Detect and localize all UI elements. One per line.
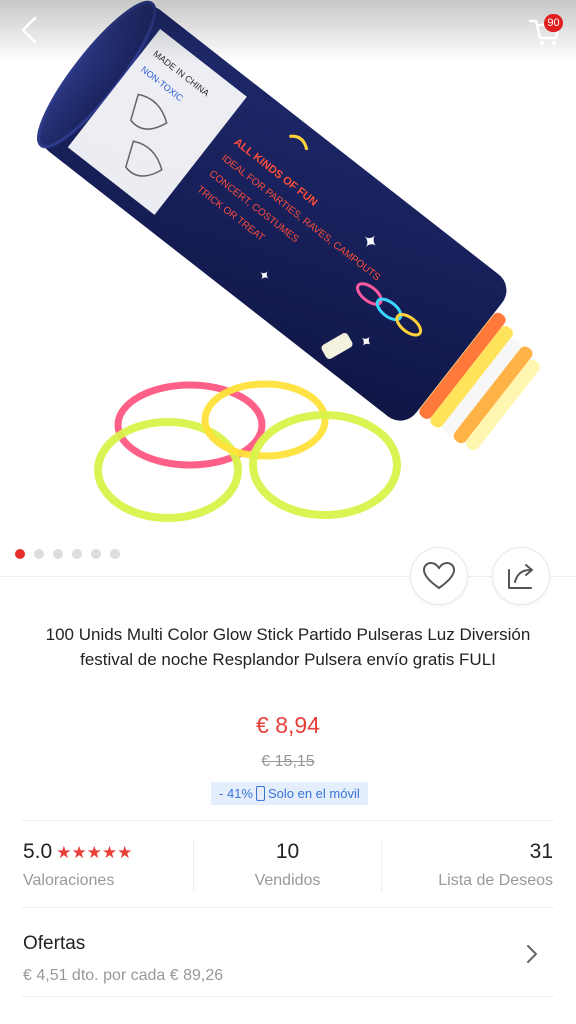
offers-row[interactable]: Ofertas € 4,51 dto. por cada € 89,26 bbox=[0, 912, 576, 996]
wishlist-label: Lista de Deseos bbox=[438, 872, 553, 889]
mobile-discount-badge: - 41% Solo en el móvil bbox=[211, 782, 368, 805]
heart-icon bbox=[422, 561, 456, 590]
gallery-dot[interactable] bbox=[91, 549, 101, 559]
sold-value: 10 bbox=[275, 840, 300, 863]
sold-stat: 10 Vendidos bbox=[194, 830, 381, 902]
wishlist-count: 31 bbox=[529, 840, 553, 863]
mobile-only-label: Solo en el móvil bbox=[267, 786, 360, 801]
rating-stat[interactable]: 5.0 ★★★★★ Valoraciones bbox=[0, 830, 192, 902]
cart-count-badge: 90 bbox=[544, 14, 563, 32]
offers-description: € 4,51 dto. por cada € 89,26 bbox=[23, 967, 224, 984]
tube-container: MADE IN CHINA NON-TOXIC ALL KINDS OF FUN… bbox=[37, 0, 507, 421]
top-bar bbox=[0, 0, 576, 62]
gallery-pagination bbox=[15, 549, 120, 559]
sold-label: Vendidos bbox=[254, 872, 321, 889]
back-button[interactable] bbox=[12, 12, 48, 48]
rating-stars: ★★★★★ bbox=[56, 843, 133, 862]
original-price: € 15,15 bbox=[261, 753, 315, 770]
product-detail-screen: MADE IN CHINA NON-TOXIC ALL KINDS OF FUN… bbox=[0, 0, 576, 1024]
mobile-phone-icon bbox=[255, 786, 265, 801]
gallery-dot[interactable] bbox=[34, 549, 44, 559]
product-stats: 5.0 ★★★★★ Valoraciones 10 Vendidos 31 Lis… bbox=[0, 830, 576, 902]
product-image-gallery[interactable]: MADE IN CHINA NON-TOXIC ALL KINDS OF FUN… bbox=[0, 0, 576, 545]
product-price: € 8,94 bbox=[256, 712, 320, 738]
rating-label: Valoraciones bbox=[23, 872, 115, 889]
gallery-dot[interactable] bbox=[53, 549, 63, 559]
chevron-left-icon bbox=[21, 16, 37, 44]
gallery-dot[interactable] bbox=[72, 549, 82, 559]
section-divider bbox=[22, 820, 554, 821]
share-button[interactable] bbox=[492, 547, 550, 605]
wishlist-stat: 31 Lista de Deseos bbox=[382, 830, 553, 902]
product-image: MADE IN CHINA NON-TOXIC ALL KINDS OF FUN… bbox=[37, 0, 540, 522]
product-title: 100 Unids Multi Color Glow Stick Partido… bbox=[45, 625, 531, 669]
rating-value: 5.0 bbox=[23, 840, 53, 863]
section-divider bbox=[22, 907, 554, 908]
discount-percent: - 41% bbox=[219, 786, 253, 801]
chevron-right-icon bbox=[527, 945, 537, 963]
gallery-dot[interactable] bbox=[15, 549, 25, 559]
share-icon bbox=[508, 564, 533, 589]
gallery-divider bbox=[0, 576, 576, 577]
rating-value-row: 5.0 ★★★★★ bbox=[23, 840, 132, 864]
wishlist-button[interactable] bbox=[410, 547, 468, 605]
offers-title: Ofertas bbox=[23, 933, 86, 954]
gallery-dot[interactable] bbox=[110, 549, 120, 559]
section-divider bbox=[22, 996, 554, 997]
